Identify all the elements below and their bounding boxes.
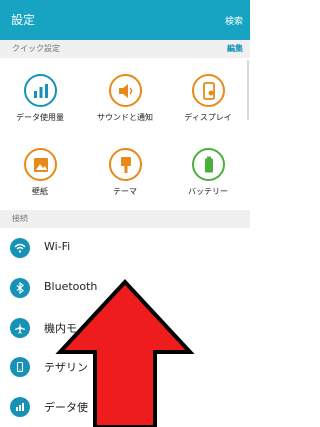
quick-tile-theme[interactable]: テーマ: [85, 136, 165, 206]
quick-tile-battery[interactable]: バッテリー: [168, 136, 248, 206]
quick-tile-label: バッテリー: [188, 187, 228, 196]
paintbrush-icon: [109, 148, 142, 181]
quick-tile-label: ディスプレイ: [184, 113, 232, 122]
list-item-bluetooth[interactable]: Bluetooth: [0, 268, 250, 308]
wallpaper-icon: [24, 148, 57, 181]
connections-header: 接続: [0, 210, 250, 228]
quick-tile-data-usage[interactable]: データ使用量: [0, 62, 80, 132]
quick-settings-grid: データ使用量 サウンドと通知 ディスプレイ 壁紙 テーマ バッテリー: [0, 60, 250, 208]
quick-tile-display[interactable]: ディスプレイ: [168, 62, 248, 132]
bluetooth-icon: [10, 277, 30, 298]
list-item-label: テザリン: [44, 361, 88, 375]
search-button[interactable]: 検索: [225, 14, 243, 27]
display-icon: [192, 74, 225, 107]
quick-tile-wallpaper[interactable]: 壁紙: [0, 136, 80, 206]
wifi-icon: [10, 238, 30, 258]
quick-settings-header: クイック設定 編集: [0, 40, 250, 58]
battery-icon: [192, 148, 225, 181]
list-item-label: 機内モ: [44, 321, 77, 335]
edit-button[interactable]: 編集: [227, 43, 243, 54]
list-item-label: Wi-Fi: [44, 240, 71, 253]
scrollbar[interactable]: [247, 60, 249, 120]
speaker-icon: [109, 74, 142, 107]
quick-tile-sound[interactable]: サウンドと通知: [85, 62, 165, 132]
app-header: 設定 検索: [0, 0, 250, 40]
list-item-label: Bluetooth: [44, 279, 98, 293]
bar-chart-icon: [24, 74, 57, 107]
data-usage-icon: [10, 397, 30, 418]
connections-list: Wi-Fi Bluetooth 機内モ テザリン データ使: [0, 228, 250, 427]
airplane-icon: [10, 317, 30, 338]
list-item-label: データ使: [44, 401, 88, 415]
list-item-data-usage[interactable]: データ使: [0, 387, 250, 427]
connections-title: 接続: [12, 214, 28, 223]
list-item-airplane-mode[interactable]: 機内モ: [0, 308, 250, 348]
page-title: 設定: [11, 13, 36, 27]
quick-settings-title: クイック設定: [12, 44, 60, 53]
list-item-wifi[interactable]: Wi-Fi: [0, 228, 250, 268]
list-item-tethering[interactable]: テザリン: [0, 347, 250, 387]
tethering-icon: [10, 357, 30, 378]
